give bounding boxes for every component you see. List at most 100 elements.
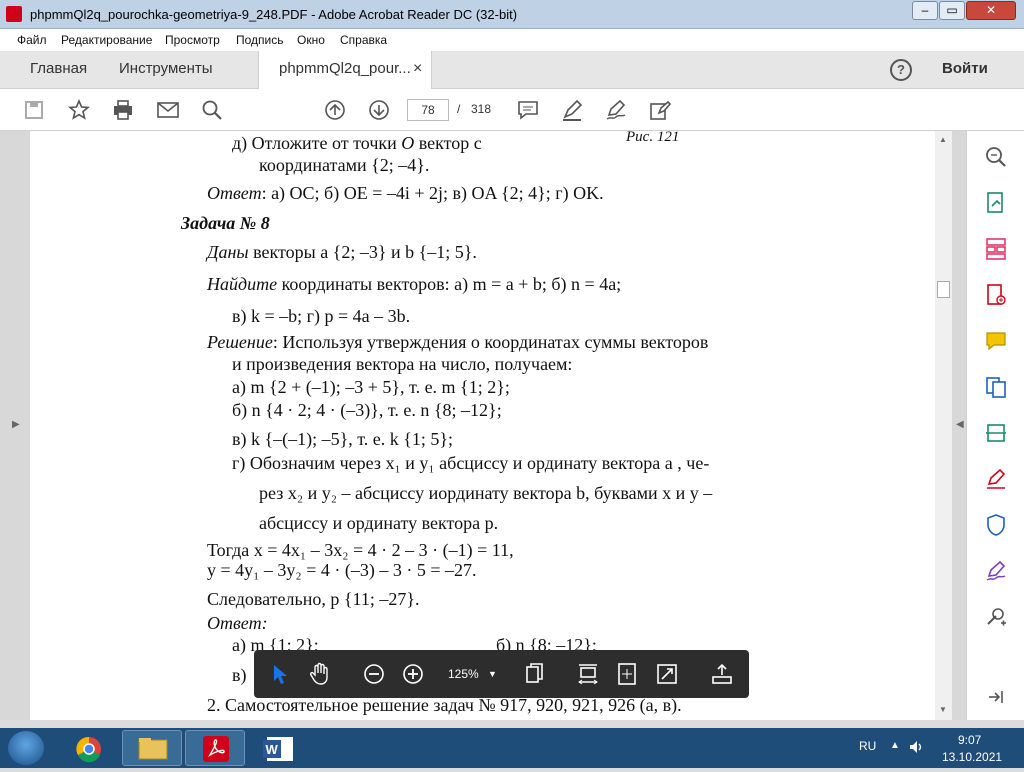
text-line: абсциссу и ординату вектора p. xyxy=(259,513,499,533)
text-line: y = 4y₁ – 3y₂ = 4 · (–3) – 3 · 5 = –27. xyxy=(207,560,477,580)
text-line: координатами {2; –4}. xyxy=(259,155,430,175)
clock-time[interactable]: 9:07 xyxy=(958,733,981,747)
fit-page-icon[interactable] xyxy=(615,662,639,686)
solution-line: Решение: Используя утверждения о координ… xyxy=(207,332,709,352)
figure-caption: Рис. 121 xyxy=(626,131,680,145)
text-line: Найдите координаты векторов: а) m = a + … xyxy=(207,274,622,294)
text-line: в) k {–(–1); –5}, т. е. k {1; 5}; xyxy=(232,429,454,449)
text-line: Тогда x = 4x₁ – 3x₂ = 4 · 2 – 3 · (–1) =… xyxy=(207,540,514,560)
menu-window[interactable]: Окно xyxy=(297,33,325,47)
svg-text:W: W xyxy=(266,742,279,757)
tab-home[interactable]: Главная xyxy=(30,51,87,89)
print-icon[interactable] xyxy=(111,98,135,122)
send-signature-icon[interactable] xyxy=(984,559,1008,583)
acrobat-logo-icon xyxy=(6,6,22,22)
tab-tools[interactable]: Инструменты xyxy=(119,51,213,89)
menu-file[interactable]: Файл xyxy=(17,33,47,47)
scroll-down-arrow-icon[interactable]: ▼ xyxy=(939,705,947,714)
comment-tool-icon[interactable] xyxy=(984,329,1008,353)
previous-page-icon[interactable] xyxy=(323,98,347,122)
window-title: phpmmQl2q_pourochka-geometriya-9_248.PDF… xyxy=(30,7,518,22)
save-icon[interactable] xyxy=(22,98,46,122)
minimize-button[interactable]: – xyxy=(912,1,938,20)
problem-heading: Задача № 8 xyxy=(181,213,270,233)
right-pane-arrow-icon[interactable]: ◀ xyxy=(956,419,964,430)
tab-document[interactable]: phpmmQl2q_pour... × xyxy=(258,51,432,89)
organize-pages-icon[interactable] xyxy=(984,237,1008,261)
taskbar-acrobat[interactable] xyxy=(185,730,245,766)
hand-tool-icon[interactable] xyxy=(308,662,332,686)
zoom-select[interactable]: 125% ▼ xyxy=(440,664,500,684)
next-page-icon[interactable] xyxy=(367,98,391,122)
zoom-search-icon[interactable] xyxy=(984,145,1008,169)
text-line: в) xyxy=(232,665,247,685)
answer-heading: Ответ: xyxy=(207,613,268,633)
tab-close-icon[interactable]: × xyxy=(413,51,422,87)
volume-icon[interactable] xyxy=(908,739,924,760)
tab-document-label: phpmmQl2q_pour... xyxy=(279,60,411,77)
document-viewport[interactable]: ▶ д) Отложите от точки O вектор с Рис. 1… xyxy=(0,131,966,720)
star-icon[interactable] xyxy=(67,98,91,122)
menu-help[interactable]: Справка xyxy=(340,33,387,47)
select-cursor-icon[interactable] xyxy=(268,662,292,686)
text-line: в) k = –b; г) p = 4a – 3b. xyxy=(232,306,411,326)
windows-taskbar: W RU ▲ 9:07 13.10.2021 xyxy=(0,728,1024,768)
scroll-up-arrow-icon[interactable]: ▲ xyxy=(939,135,947,144)
answer-line: Ответ: а) OC; б) OE = –4i + 2j; в) OA {2… xyxy=(207,183,604,203)
tray-arrow-icon[interactable]: ▲ xyxy=(890,740,900,751)
text-line: Даны векторы a {2; –3} и b {–1; 5}. xyxy=(207,242,477,262)
language-indicator[interactable]: RU xyxy=(859,739,876,753)
combine-files-icon[interactable] xyxy=(984,375,1008,399)
page-number-field[interactable]: 78 xyxy=(407,99,449,121)
tab-bar: Главная Инструменты phpmmQl2q_pour... × … xyxy=(0,51,1024,89)
protect-icon[interactable] xyxy=(984,513,1008,537)
zoom-in-icon[interactable] xyxy=(401,662,425,686)
fit-width-icon[interactable] xyxy=(576,662,600,686)
sign-in-button[interactable]: Войти xyxy=(942,51,988,89)
sign-icon[interactable] xyxy=(604,98,628,122)
left-pane-arrow-icon[interactable]: ▶ xyxy=(12,419,20,430)
help-icon[interactable]: ? xyxy=(890,59,912,81)
taskbar-word[interactable]: W xyxy=(248,730,308,766)
more-tools-icon[interactable] xyxy=(984,605,1008,629)
menu-view[interactable]: Просмотр xyxy=(165,33,220,47)
toolbar: / 318 xyxy=(0,89,1024,131)
taskbar-explorer[interactable] xyxy=(122,730,182,766)
text-line: 2. Самостоятельное решение задач № 917, … xyxy=(207,695,682,715)
text-line: б) n {4 · 2; 4 · (–3)}, т. е. n {8; –12}… xyxy=(232,400,502,420)
fill-sign-icon[interactable] xyxy=(984,467,1008,491)
menu-sign[interactable]: Подпись xyxy=(236,33,284,47)
clock-date[interactable]: 13.10.2021 xyxy=(942,750,1002,764)
zoom-out-icon[interactable] xyxy=(362,662,386,686)
text-line: Следовательно, p {11; –27}. xyxy=(207,589,420,609)
full-screen-icon[interactable] xyxy=(655,662,679,686)
text-line: г) Обозначим через x₁ и y₁ абсциссу и ор… xyxy=(232,453,710,473)
menu-bar: Файл Редактирование Просмотр Подпись Окн… xyxy=(0,29,1024,51)
comment-icon[interactable] xyxy=(516,98,540,122)
highlight-pen-icon[interactable] xyxy=(560,98,584,122)
menu-edit[interactable]: Редактирование xyxy=(61,33,152,47)
close-window-button[interactable]: ✕ xyxy=(966,1,1016,20)
text-line: рез x₂ и y₂ – абсциссу иординату вектора… xyxy=(259,483,713,503)
share-upload-icon[interactable] xyxy=(710,662,734,686)
taskbar-chrome[interactable] xyxy=(58,730,118,766)
vertical-scrollbar[interactable]: ▲ ▼ xyxy=(935,131,952,720)
page-separator: / xyxy=(457,102,461,116)
page-display-icon[interactable] xyxy=(523,662,547,686)
chevron-down-icon: ▼ xyxy=(488,669,497,679)
text-line: а) m {2 + (–1); –3 + 5}, т. е. m {1; 2}; xyxy=(232,377,510,397)
scan-pdf-icon[interactable] xyxy=(984,421,1008,445)
collapse-panel-icon[interactable] xyxy=(984,685,1008,709)
start-button[interactable] xyxy=(8,731,44,765)
search-icon[interactable] xyxy=(200,98,224,122)
floating-toolbar: 125% ▼ xyxy=(254,650,749,698)
pdf-page: д) Отложите от точки O вектор с Рис. 121… xyxy=(30,131,935,720)
zoom-value: 125% xyxy=(448,667,479,681)
scrollbar-thumb[interactable] xyxy=(937,281,950,298)
edit-pdf-icon[interactable] xyxy=(648,98,672,122)
email-icon[interactable] xyxy=(156,98,180,122)
export-pdf-icon[interactable] xyxy=(984,191,1008,215)
create-pdf-icon[interactable] xyxy=(984,283,1008,307)
tools-panel xyxy=(966,131,1024,720)
maximize-button[interactable]: ▭ xyxy=(939,1,965,20)
